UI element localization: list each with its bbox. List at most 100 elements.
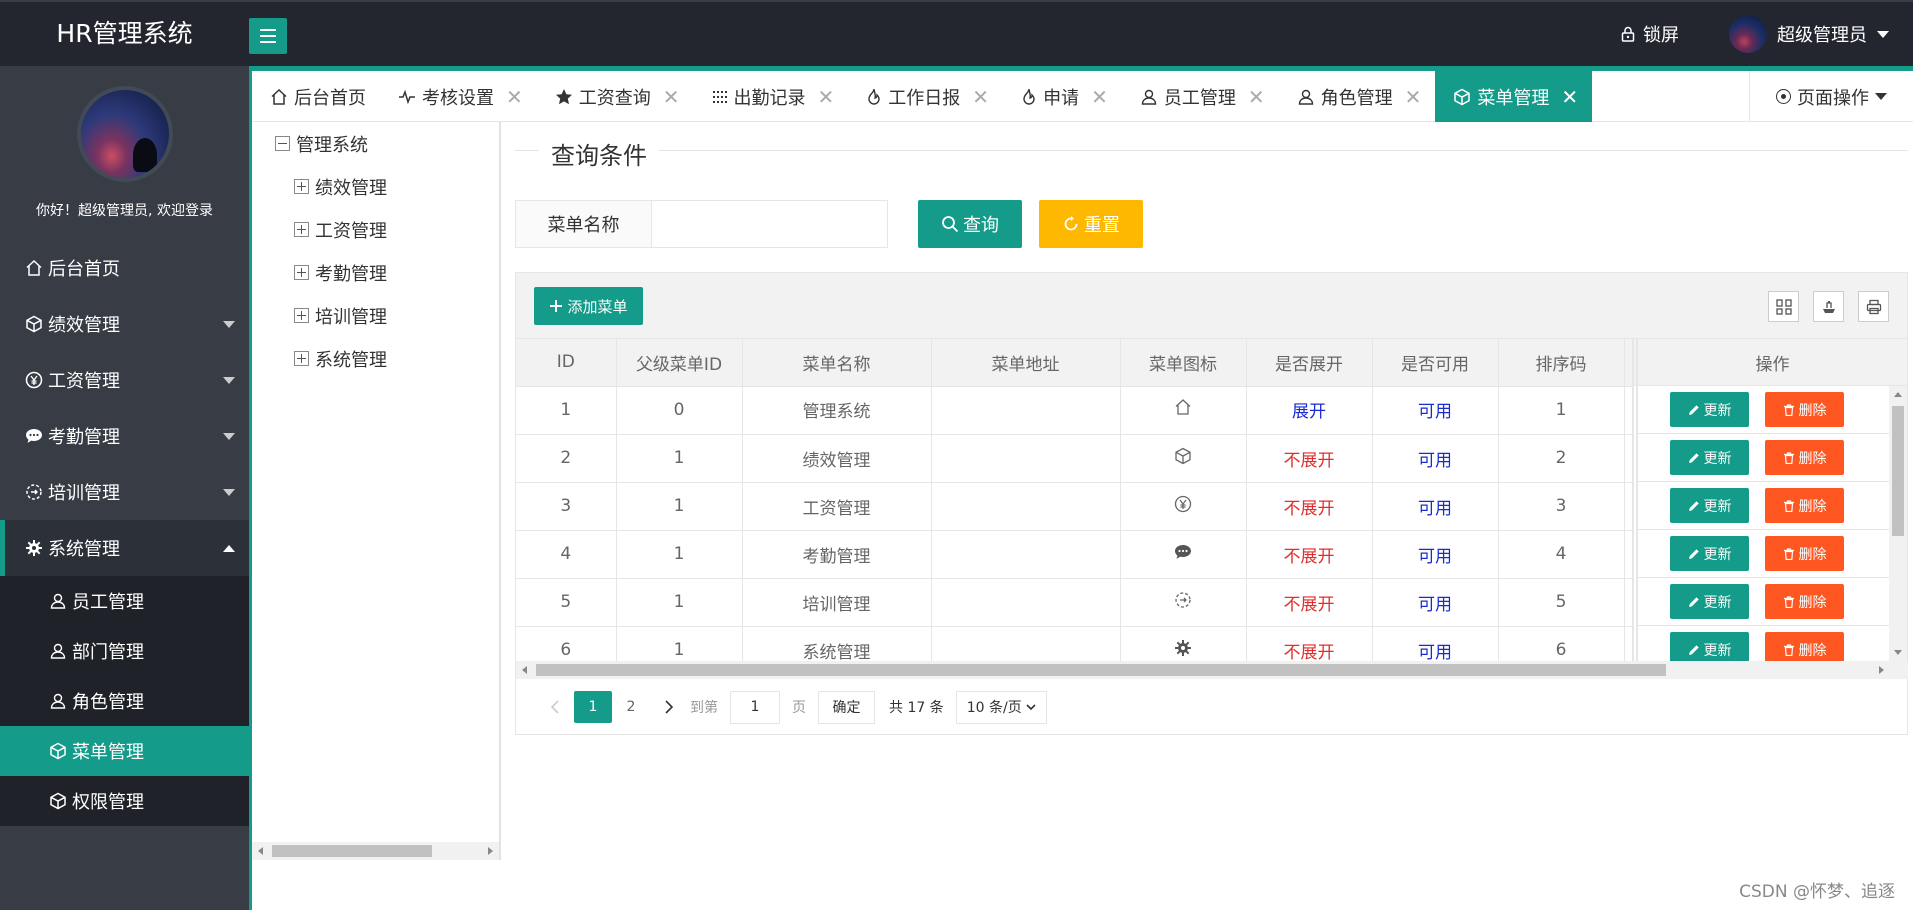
- table-row[interactable]: 6 1 系统管理 不展开 可用 6: [516, 626, 1639, 661]
- column-header-id[interactable]: ID: [516, 339, 617, 387]
- scrollbar-thumb[interactable]: [272, 845, 432, 857]
- expand-icon[interactable]: [294, 265, 309, 280]
- update-button[interactable]: 更新: [1670, 488, 1749, 523]
- sidebar-item-training[interactable]: 培训管理: [0, 464, 249, 520]
- search-button[interactable]: 查询: [918, 200, 1022, 248]
- prev-page-button[interactable]: [536, 691, 574, 723]
- scroll-right-icon[interactable]: [488, 847, 493, 855]
- scroll-left-icon[interactable]: [522, 666, 527, 674]
- scroll-left-icon[interactable]: [258, 847, 263, 855]
- delete-button[interactable]: 删除: [1765, 632, 1844, 661]
- tree-node[interactable]: 系统管理: [252, 337, 499, 380]
- collapse-icon[interactable]: [275, 136, 290, 151]
- page-button-2[interactable]: 2: [612, 691, 650, 723]
- tab-employees[interactable]: 员工管理 ✕: [1122, 66, 1279, 122]
- close-icon[interactable]: ✕: [663, 85, 680, 109]
- delete-button[interactable]: 删除: [1765, 584, 1844, 619]
- table-row[interactable]: 1 0 管理系统 展开 可用 1: [516, 386, 1639, 435]
- scroll-down-icon[interactable]: [1894, 650, 1902, 655]
- page-size-select[interactable]: 10 条/页: [955, 690, 1047, 724]
- close-icon[interactable]: ✕: [1248, 85, 1265, 109]
- update-button[interactable]: 更新: [1670, 584, 1749, 619]
- sidebar-item-home[interactable]: 后台首页: [0, 240, 249, 296]
- close-icon[interactable]: ✕: [972, 85, 989, 109]
- sidebar-item-system[interactable]: 系统管理: [0, 520, 249, 576]
- tab-roles[interactable]: 角色管理 ✕: [1279, 66, 1436, 122]
- close-icon[interactable]: ✕: [1091, 85, 1108, 109]
- sidebar-item-departments[interactable]: 部门管理: [0, 626, 249, 676]
- update-button[interactable]: 更新: [1670, 632, 1749, 661]
- tree-node-root[interactable]: 管理系统: [252, 122, 499, 165]
- column-header-name[interactable]: 菜单名称: [742, 339, 932, 387]
- delete-button[interactable]: 删除: [1765, 536, 1844, 571]
- table-vertical-scrollbar[interactable]: [1889, 386, 1907, 661]
- tab-application[interactable]: 申请 ✕: [1003, 66, 1122, 122]
- delete-button[interactable]: 删除: [1765, 440, 1844, 475]
- column-header-order[interactable]: 排序码: [1498, 339, 1625, 387]
- update-label: 更新: [1703, 450, 1732, 467]
- top-header: HR管理系统 锁屏 超级管理员: [0, 0, 1913, 66]
- delete-button[interactable]: 删除: [1765, 488, 1844, 523]
- update-button[interactable]: 更新: [1670, 536, 1749, 571]
- tab-salary-query[interactable]: 工资查询 ✕: [537, 66, 694, 122]
- menu-name-input[interactable]: [652, 200, 888, 248]
- user-menu[interactable]: 超级管理员: [1729, 15, 1889, 53]
- tab-assessment[interactable]: 考核设置 ✕: [380, 66, 537, 122]
- tree-node[interactable]: 工资管理: [252, 208, 499, 251]
- sidebar-item-roles[interactable]: 角色管理: [0, 676, 249, 726]
- update-button[interactable]: 更新: [1670, 392, 1749, 427]
- menu-toggle-button[interactable]: [249, 18, 287, 54]
- scroll-up-icon[interactable]: [1894, 392, 1902, 397]
- close-icon[interactable]: ✕: [818, 85, 835, 109]
- tab-attendance-records[interactable]: 出勤记录 ✕: [694, 66, 849, 122]
- tree-node[interactable]: 绩效管理: [252, 165, 499, 208]
- sidebar-item-employees[interactable]: 员工管理: [0, 576, 249, 626]
- sidebar-item-attendance[interactable]: 考勤管理: [0, 408, 249, 464]
- columns-filter-icon[interactable]: [1768, 291, 1799, 322]
- print-icon[interactable]: [1858, 291, 1889, 322]
- scrollbar-thumb[interactable]: [536, 664, 1666, 676]
- add-menu-button[interactable]: 添加菜单: [534, 287, 643, 325]
- update-button[interactable]: 更新: [1670, 440, 1749, 475]
- next-page-button[interactable]: [650, 691, 688, 723]
- delete-button[interactable]: 删除: [1765, 392, 1844, 427]
- tree-node[interactable]: 考勤管理: [252, 251, 499, 294]
- tab-home[interactable]: 后台首页: [252, 66, 380, 122]
- column-header-url[interactable]: 菜单地址: [931, 339, 1121, 387]
- cell-parent-id: 1: [616, 578, 743, 627]
- lock-screen-button[interactable]: 锁屏: [1621, 21, 1679, 47]
- table-row[interactable]: 3 1 工资管理 不展开 可用 3: [516, 482, 1639, 531]
- page-operations-dropdown[interactable]: 页面操作: [1749, 71, 1913, 122]
- cell-id: 1: [516, 386, 617, 435]
- export-icon[interactable]: [1813, 291, 1844, 322]
- expand-icon[interactable]: [294, 222, 309, 237]
- column-header-parent-id[interactable]: 父级菜单ID: [616, 339, 743, 387]
- scrollbar-thumb[interactable]: [1892, 406, 1904, 536]
- tab-menus[interactable]: 菜单管理 ✕: [1435, 66, 1593, 122]
- reset-button[interactable]: 重置: [1039, 200, 1143, 248]
- sidebar-item-menus[interactable]: 菜单管理: [0, 726, 249, 776]
- sidebar-item-salary[interactable]: 工资管理: [0, 352, 249, 408]
- close-icon[interactable]: ✕: [1405, 85, 1422, 109]
- table-horizontal-scrollbar[interactable]: [516, 661, 1908, 679]
- expand-icon[interactable]: [294, 308, 309, 323]
- column-header-enabled[interactable]: 是否可用: [1372, 339, 1499, 387]
- goto-confirm-button[interactable]: 确定: [818, 690, 875, 724]
- close-icon[interactable]: ✕: [1561, 85, 1578, 109]
- sidebar-item-permissions[interactable]: 权限管理: [0, 776, 249, 826]
- scroll-right-icon[interactable]: [1879, 666, 1884, 674]
- table-row[interactable]: 4 1 考勤管理 不展开 可用 4: [516, 530, 1639, 579]
- goto-page-input[interactable]: 1: [730, 690, 780, 724]
- table-row[interactable]: 5 1 培训管理 不展开 可用 5: [516, 578, 1639, 627]
- column-header-icon[interactable]: 菜单图标: [1120, 339, 1247, 387]
- tab-daily-report[interactable]: 工作日报 ✕: [848, 66, 1003, 122]
- expand-icon[interactable]: [294, 179, 309, 194]
- table-row[interactable]: 2 1 绩效管理 不展开 可用 2: [516, 434, 1639, 483]
- tree-horizontal-scrollbar[interactable]: [252, 842, 499, 860]
- close-icon[interactable]: ✕: [506, 85, 523, 109]
- column-header-expand[interactable]: 是否展开: [1246, 339, 1373, 387]
- tree-node[interactable]: 培训管理: [252, 294, 499, 337]
- page-button-1[interactable]: 1: [574, 691, 612, 723]
- expand-icon[interactable]: [294, 351, 309, 366]
- sidebar-item-performance[interactable]: 绩效管理: [0, 296, 249, 352]
